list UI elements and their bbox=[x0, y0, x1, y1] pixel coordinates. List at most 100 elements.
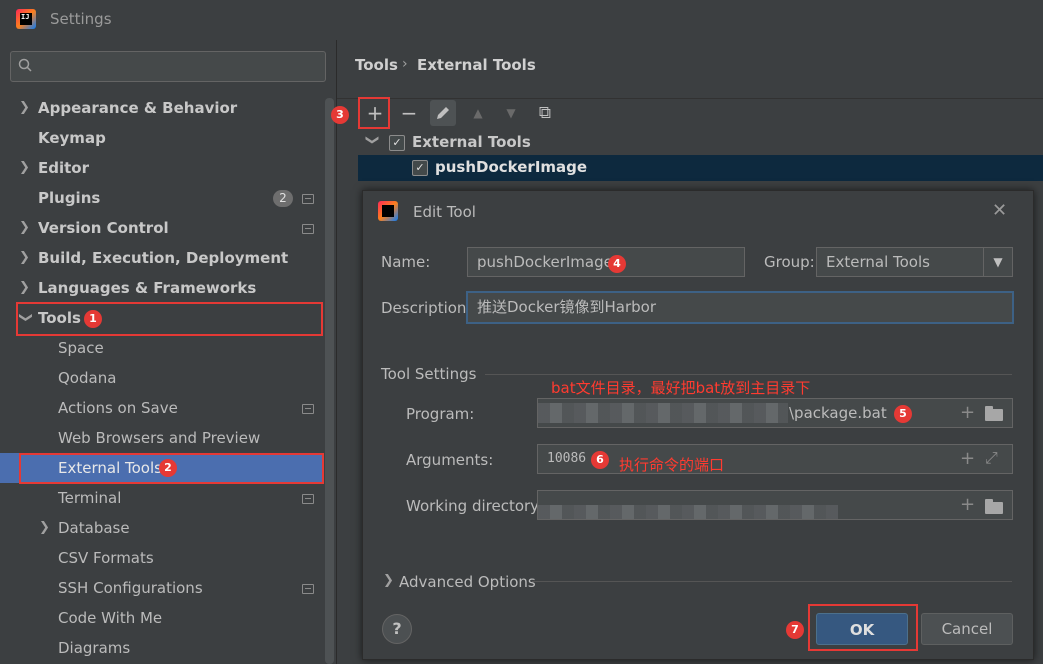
redacted-path bbox=[538, 403, 788, 423]
chevron-down-icon[interactable]: ❯ bbox=[365, 135, 380, 147]
sidebar-item-label: Editor bbox=[38, 159, 89, 177]
help-button[interactable]: ? bbox=[382, 614, 412, 644]
insert-macro-icon[interactable]: + bbox=[960, 448, 975, 469]
edit-tool-button[interactable] bbox=[430, 100, 456, 126]
insert-macro-icon[interactable]: + bbox=[960, 402, 975, 423]
chevron-right-icon: ❯ bbox=[19, 250, 30, 265]
annotation-marker-7: 7 bbox=[786, 621, 804, 639]
window-title: Settings bbox=[50, 10, 112, 28]
ok-button[interactable]: OK bbox=[816, 613, 908, 645]
sidebar-item-languages[interactable]: ❯ Languages & Frameworks bbox=[0, 273, 322, 303]
sidebar-item-label: Languages & Frameworks bbox=[38, 279, 257, 297]
sidebar-item-web-browsers[interactable]: Web Browsers and Preview bbox=[0, 423, 322, 453]
annotation-box-add bbox=[358, 97, 390, 129]
remove-tool-button[interactable]: − bbox=[396, 100, 422, 126]
section-divider bbox=[485, 374, 1012, 375]
insert-macro-icon[interactable]: + bbox=[960, 494, 975, 515]
chevron-right-icon[interactable]: ❯ bbox=[383, 573, 395, 588]
breadcrumb-parent[interactable]: Tools bbox=[355, 56, 398, 74]
redacted-path bbox=[538, 505, 838, 519]
tool-checkbox[interactable]: ✓ bbox=[412, 160, 428, 176]
pencil-icon bbox=[437, 107, 449, 119]
search-input[interactable] bbox=[10, 51, 326, 82]
tree-group-label[interactable]: External Tools bbox=[412, 133, 531, 151]
name-field[interactable]: pushDockerImage bbox=[467, 247, 745, 277]
project-settings-icon bbox=[302, 584, 314, 594]
sidebar-item-label: Keymap bbox=[38, 129, 106, 147]
sidebar-item-version-control[interactable]: ❯ Version Control bbox=[0, 213, 322, 243]
section-divider bbox=[532, 581, 1012, 582]
sidebar-item-label: CSV Formats bbox=[58, 549, 154, 567]
sidebar-item-label: Diagrams bbox=[58, 639, 131, 657]
project-settings-icon bbox=[302, 404, 314, 414]
program-value: \package.bat bbox=[789, 404, 887, 422]
app-logo-icon: IJ bbox=[16, 9, 36, 29]
sidebar-item-label: Web Browsers and Preview bbox=[58, 429, 261, 447]
description-field[interactable]: 推送Docker镜像到Harbor bbox=[466, 291, 1014, 324]
annotation-marker-5: 5 bbox=[894, 405, 912, 423]
program-field[interactable]: \package.bat bbox=[537, 398, 1013, 428]
tool-settings-heading: Tool Settings bbox=[381, 365, 477, 383]
description-label: Description: bbox=[381, 299, 472, 317]
arguments-annotation: 执行命令的端口 bbox=[619, 456, 725, 474]
annotation-marker-3: 3 bbox=[331, 106, 349, 124]
cancel-button[interactable]: Cancel bbox=[921, 613, 1013, 645]
sidebar-item-label: Space bbox=[58, 339, 104, 357]
sidebar-item-diagrams[interactable]: Diagrams bbox=[0, 633, 322, 663]
move-down-button[interactable]: ▼ bbox=[498, 100, 524, 126]
sidebar-item-build[interactable]: ❯ Build, Execution, Deployment bbox=[0, 243, 322, 273]
chevron-right-icon: ❯ bbox=[19, 220, 30, 235]
sidebar-item-keymap[interactable]: Keymap bbox=[0, 123, 322, 153]
program-annotation: bat文件目录，最好把bat放到主目录下 bbox=[551, 379, 811, 397]
chevron-right-icon: ❯ bbox=[19, 160, 30, 175]
sidebar-item-label: Terminal bbox=[58, 489, 122, 507]
name-label: Name: bbox=[381, 253, 431, 271]
annotation-box-tools bbox=[16, 302, 323, 336]
arguments-label: Arguments: bbox=[406, 451, 494, 469]
breadcrumb-current: External Tools bbox=[417, 56, 536, 74]
chevron-down-icon[interactable]: ▼ bbox=[983, 248, 1012, 276]
move-up-button[interactable]: ▲ bbox=[465, 100, 491, 126]
sidebar-item-qodana[interactable]: Qodana bbox=[0, 363, 322, 393]
project-settings-icon bbox=[302, 494, 314, 504]
sidebar-item-space[interactable]: Space bbox=[0, 333, 322, 363]
program-label: Program: bbox=[406, 405, 475, 423]
group-label: Group: bbox=[764, 253, 815, 271]
annotation-marker-6: 6 bbox=[591, 451, 609, 469]
annotation-marker-2: 2 bbox=[159, 459, 177, 477]
working-directory-field[interactable] bbox=[537, 490, 1013, 520]
close-icon[interactable]: ✕ bbox=[992, 200, 1007, 221]
sidebar-item-appearance[interactable]: ❯ Appearance & Behavior bbox=[0, 93, 322, 123]
folder-icon[interactable] bbox=[985, 499, 1003, 514]
breadcrumb-separator: › bbox=[402, 56, 408, 72]
chevron-right-icon: ❯ bbox=[19, 100, 30, 115]
folder-icon[interactable] bbox=[985, 406, 1003, 421]
updates-badge: 2 bbox=[273, 190, 293, 207]
chevron-right-icon: ❯ bbox=[19, 280, 30, 295]
project-settings-icon bbox=[302, 224, 314, 234]
sidebar-item-label: Actions on Save bbox=[58, 399, 178, 417]
sidebar-item-database[interactable]: ❯ Database bbox=[0, 513, 322, 543]
sidebar-item-label: Version Control bbox=[38, 219, 169, 237]
chevron-right-icon: ❯ bbox=[39, 520, 50, 535]
search-icon bbox=[18, 58, 32, 72]
annotation-marker-4: 4 bbox=[608, 255, 626, 273]
sidebar-item-label: Qodana bbox=[58, 369, 117, 387]
project-settings-icon bbox=[302, 194, 314, 204]
expand-icon[interactable]: ⤢ bbox=[985, 448, 998, 468]
group-checkbox[interactable]: ✓ bbox=[389, 135, 405, 151]
dialog-title: Edit Tool bbox=[413, 203, 476, 221]
copy-tool-button[interactable]: ⧉ bbox=[532, 100, 558, 126]
sidebar-item-editor[interactable]: ❯ Editor bbox=[0, 153, 322, 183]
advanced-options-toggle[interactable]: Advanced Options bbox=[399, 573, 536, 591]
sidebar-item-ssh[interactable]: SSH Configurations bbox=[0, 573, 322, 603]
sidebar-item-label: Plugins bbox=[38, 189, 101, 207]
working-directory-label: Working directory: bbox=[406, 497, 544, 515]
sidebar-item-actions-on-save[interactable]: Actions on Save bbox=[0, 393, 322, 423]
annotation-marker-1: 1 bbox=[84, 310, 102, 328]
sidebar-scrollbar[interactable] bbox=[325, 98, 334, 664]
sidebar-item-code-with-me[interactable]: Code With Me bbox=[0, 603, 322, 633]
tree-tool-label[interactable]: pushDockerImage bbox=[435, 158, 587, 176]
sidebar-item-terminal[interactable]: Terminal bbox=[0, 483, 322, 513]
sidebar-item-csv-formats[interactable]: CSV Formats bbox=[0, 543, 322, 573]
